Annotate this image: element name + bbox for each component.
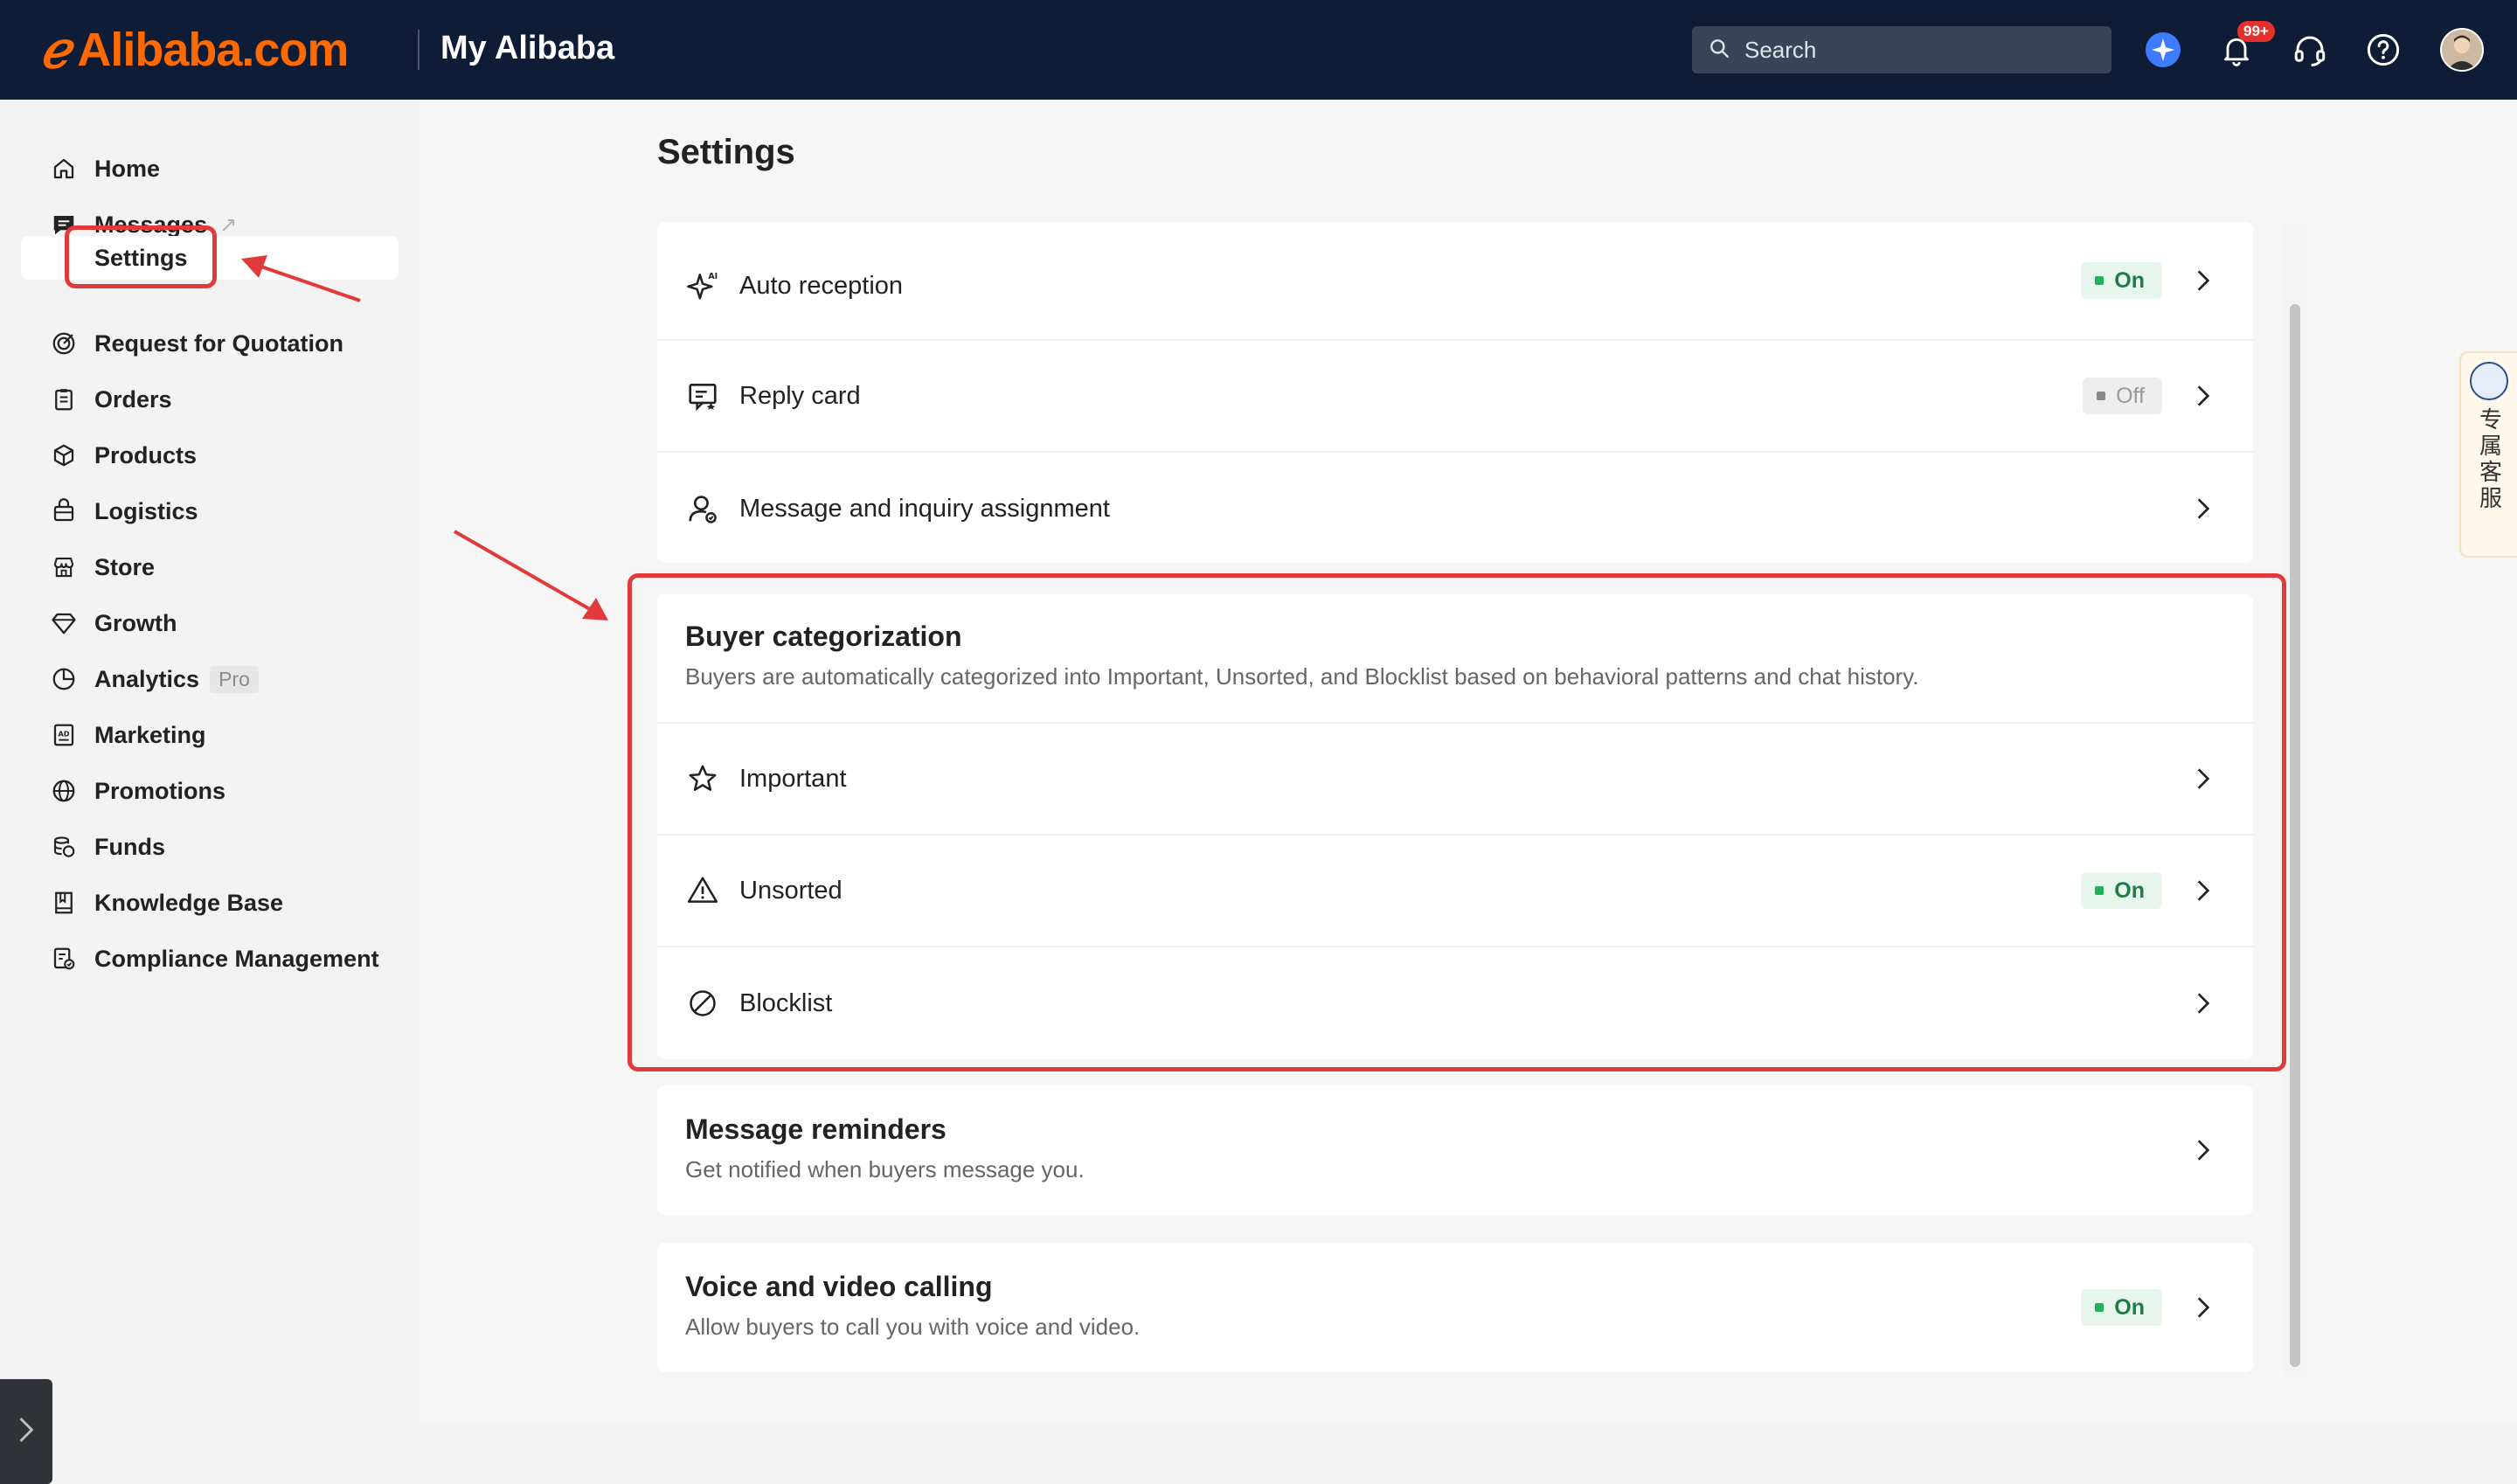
annotation-arrows: [241, 255, 608, 621]
